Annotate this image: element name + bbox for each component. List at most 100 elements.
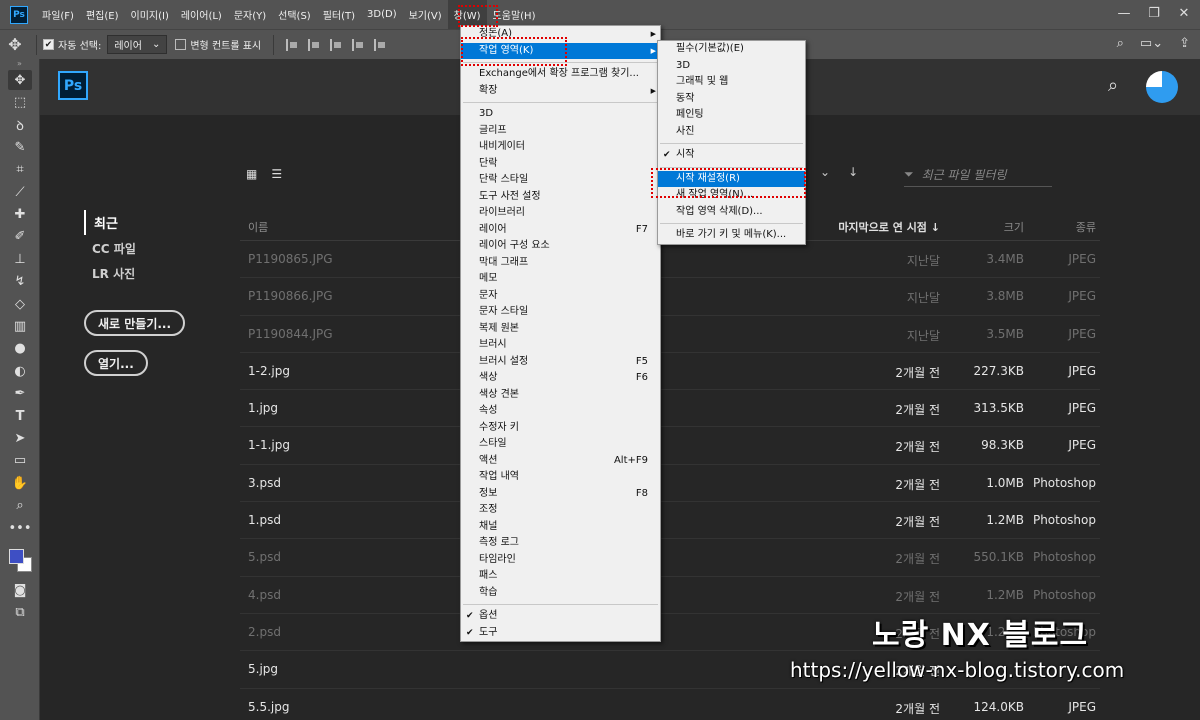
window-menu-item[interactable]: ✔ 도구 (461, 625, 660, 642)
marquee-tool[interactable]: ⬚ (0, 91, 40, 113)
workspace-menu-item[interactable]: 동작 (658, 91, 805, 108)
window-menu-item[interactable]: 작업 영역(K) ▶ (461, 42, 660, 59)
recent-files-filter[interactable]: ⏷ 최근 파일 필터링 (904, 163, 1052, 187)
window-menu-item[interactable]: 타임라인 (461, 552, 660, 569)
workspace-menu-item[interactable]: 시작 재설정(R) (658, 170, 805, 187)
workspace-menu-item[interactable]: ✔ 시작 (658, 147, 805, 164)
nav-cc-files[interactable]: CC 파일 (84, 237, 136, 260)
lasso-tool[interactable]: ꝺ (0, 114, 40, 136)
share-icon[interactable]: ⇪ (1179, 36, 1190, 51)
blur-tool[interactable]: ● (0, 338, 40, 360)
align-middle-icon[interactable] (308, 38, 320, 51)
table-row[interactable]: 1-2.jpg 2개월 전 227.3KB JPEG (240, 353, 1100, 391)
restore-icon[interactable]: ❐ (1144, 4, 1164, 22)
workspace-menu-item[interactable]: 새 작업 영역(N)... (658, 187, 805, 204)
pen-tool[interactable]: ✒ (0, 382, 40, 404)
eraser-tool[interactable]: ◇ (0, 293, 40, 315)
transform-controls-checkbox[interactable] (175, 39, 187, 50)
close-icon[interactable]: ✕ (1174, 4, 1194, 22)
move-tool-icon[interactable]: ✥ (0, 35, 30, 54)
workspace-menu-item[interactable]: 그래픽 및 웹 (658, 74, 805, 91)
brush-tool[interactable]: ✐ (0, 226, 40, 248)
workspace-switcher-icon[interactable]: ▭⌄ (1140, 36, 1163, 51)
window-menu-item[interactable]: 브러시 설정 F5 (461, 354, 660, 371)
foreground-color[interactable] (9, 549, 24, 565)
table-row[interactable]: P1190844.JPG 지난달 3.5MB JPEG (240, 316, 1100, 353)
crop-tool[interactable]: ⌗ (0, 159, 40, 181)
align-bottom-icon[interactable] (330, 38, 342, 51)
move-tool[interactable]: ✥ (0, 69, 40, 91)
table-row[interactable]: 5.psd 2개월 전 550.1KB Photoshop (240, 539, 1100, 577)
open-button[interactable]: 열기... (84, 350, 148, 376)
stamp-tool[interactable]: ⊥ (0, 248, 40, 270)
gradient-tool[interactable]: ▥ (0, 315, 40, 337)
workspace-menu-item[interactable]: 작업 영역 삭제(D)... (658, 204, 805, 221)
window-menu-item[interactable]: 속성 (461, 403, 660, 420)
menu-0[interactable]: 파일(F) (36, 0, 80, 29)
window-menu-item[interactable]: 라이브러리 (461, 205, 660, 222)
window-menu-item[interactable]: 정돈(A) ▶ (461, 26, 660, 43)
workspace-menu-item[interactable]: 페인팅 (658, 107, 805, 124)
window-menu-item[interactable]: 패스 (461, 568, 660, 585)
window-menu-item[interactable]: 학습 (461, 585, 660, 602)
menu-1[interactable]: 편집(E) (80, 0, 125, 29)
window-menu-item[interactable]: 확장 ▶ (461, 83, 660, 100)
window-menu-item[interactable]: 레이어 F7 (461, 222, 660, 239)
window-menu-item[interactable]: 측정 로그 (461, 535, 660, 552)
history-brush-tool[interactable]: ↯ (0, 271, 40, 293)
menu-3[interactable]: 레이어(L) (175, 0, 228, 29)
menu-2[interactable]: 이미지(I) (125, 0, 175, 29)
column-type[interactable]: 종류 (1076, 219, 1096, 235)
quick-select-tool[interactable]: ✎ (0, 136, 40, 158)
table-row[interactable]: 4.psd 2개월 전 1.2MB Photoshop (240, 577, 1100, 614)
path-select-tool[interactable]: ➤ (0, 427, 40, 449)
window-menu-item[interactable]: 작업 내역 (461, 469, 660, 486)
type-tool[interactable]: T (0, 405, 40, 427)
menu-5[interactable]: 선택(S) (272, 0, 317, 29)
sort-direction-icon[interactable]: ↓ (848, 165, 858, 179)
workspace-menu-item[interactable]: 필수(기본값)(E) (658, 41, 805, 58)
table-row[interactable]: 1.jpg 2개월 전 313.5KB JPEG (240, 390, 1100, 428)
workspace-menu-item[interactable]: 3D (658, 58, 805, 75)
window-menu-item[interactable]: 복제 원본 (461, 321, 660, 338)
window-menu-item[interactable]: 브러시 (461, 337, 660, 354)
column-name[interactable]: 이름 (248, 219, 268, 235)
column-size[interactable]: 크기 (1004, 219, 1024, 235)
hand-tool[interactable]: ✋ (0, 472, 40, 494)
window-menu-item[interactable]: 막대 그래프 (461, 255, 660, 272)
rectangle-tool[interactable]: ▭ (0, 450, 40, 472)
align-center-icon[interactable] (374, 38, 386, 51)
menu-4[interactable]: 문자(Y) (228, 0, 272, 29)
window-menu-item[interactable]: ✔ 옵션 (461, 608, 660, 625)
auto-select-dropdown[interactable]: 레이어 ⌄ (107, 35, 168, 54)
column-last-opened[interactable]: 마지막으로 연 시점 ↓ (838, 219, 940, 235)
menu-7[interactable]: 3D(D) (361, 0, 403, 29)
window-menu-item[interactable]: 도구 사전 설정 (461, 189, 660, 206)
window-menu-item[interactable]: 글리프 (461, 123, 660, 140)
nav-recent[interactable]: 최근 (84, 210, 136, 235)
window-menu-item[interactable]: 문자 (461, 288, 660, 305)
more-tools[interactable]: ••• (0, 517, 40, 539)
align-left-icon[interactable] (352, 38, 364, 51)
table-row[interactable]: P1190866.JPG 지난달 3.8MB JPEG (240, 278, 1100, 316)
table-row[interactable]: 1-1.jpg 2개월 전 98.3KB JPEG (240, 427, 1100, 465)
dodge-tool[interactable]: ◐ (0, 360, 40, 382)
window-menu-item[interactable]: 내비게이터 (461, 139, 660, 156)
window-menu-item[interactable]: 단락 스타일 (461, 172, 660, 189)
window-menu-item[interactable]: 메모 (461, 271, 660, 288)
quick-mask-tool[interactable]: ◙ (0, 579, 40, 601)
menu-8[interactable]: 보기(V) (403, 0, 448, 29)
window-menu-item[interactable]: Exchange에서 확장 프로그램 찾기... (461, 66, 660, 83)
window-menu-item[interactable]: 액션 Alt+F9 (461, 453, 660, 470)
healing-tool[interactable]: ✚ (0, 203, 40, 225)
window-menu-item[interactable]: 3D (461, 106, 660, 123)
panel-grip-icon[interactable]: » (0, 59, 39, 69)
menu-6[interactable]: 필터(T) (317, 0, 361, 29)
window-menu-item[interactable]: 수정자 키 (461, 420, 660, 437)
window-menu-item[interactable]: 문자 스타일 (461, 304, 660, 321)
zoom-tool[interactable]: ⌕ (0, 494, 40, 516)
workspace-menu-item[interactable]: 사진 (658, 124, 805, 141)
create-new-button[interactable]: 새로 만들기... (84, 310, 186, 336)
window-menu-item[interactable]: 레이어 구성 요소 (461, 238, 660, 255)
eyedropper-tool[interactable]: ⟋ (0, 181, 40, 203)
